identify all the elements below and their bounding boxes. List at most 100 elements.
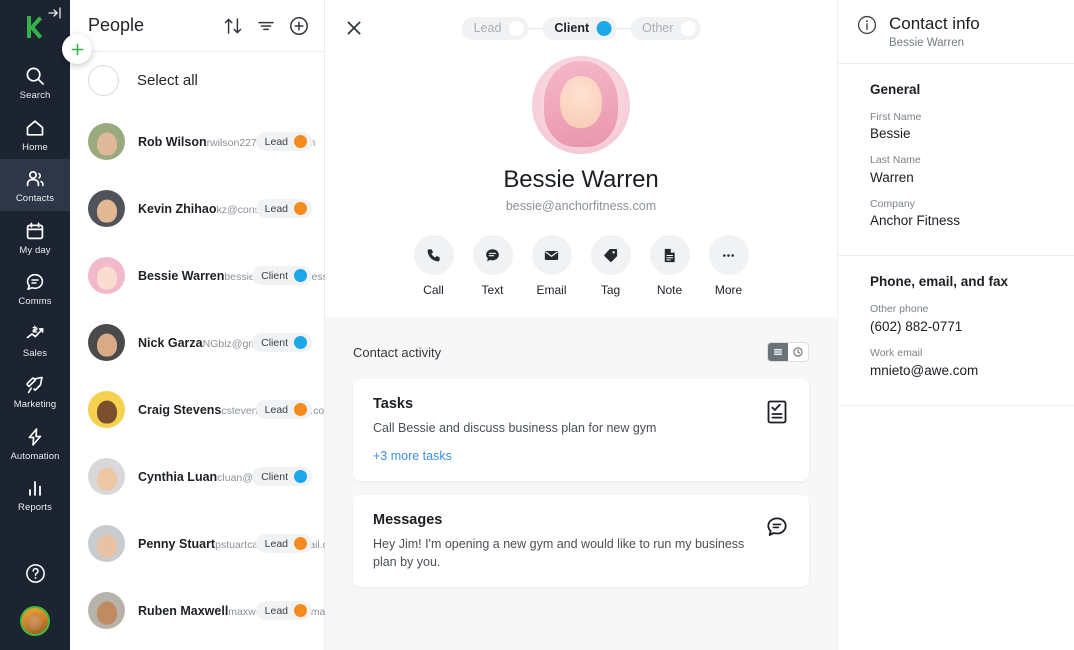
segment-dot (680, 20, 696, 36)
app-root: Search Home Contacts My day Comms Sales … (0, 0, 1074, 650)
phone-icon (413, 235, 454, 275)
action-call-button[interactable]: Call (413, 235, 454, 297)
sidebar-item-automation[interactable]: Automation (0, 417, 70, 469)
segment-label: Other (642, 21, 674, 35)
filter-icon[interactable] (255, 15, 277, 37)
status-badge-label: Client (261, 269, 288, 282)
sales-chart-icon (24, 323, 46, 345)
activity-card[interactable]: Messages Hey Jim! I'm opening a new gym a… (353, 495, 809, 588)
status-badge[interactable]: Client (252, 266, 312, 285)
keap-logo-icon[interactable] (20, 14, 46, 40)
sort-icon[interactable] (222, 15, 244, 37)
status-badge-dot (294, 135, 307, 148)
bar-chart-icon (24, 477, 46, 499)
contact-type-segmented-control[interactable]: Lead Client Other (461, 16, 701, 40)
avatar (88, 525, 125, 562)
sidebar-item-label: Home (22, 141, 48, 153)
info-field[interactable]: Other phone (602) 882-0771 (870, 303, 1056, 334)
info-field-label: Company (870, 197, 915, 210)
status-badge[interactable]: Lead (255, 601, 312, 620)
ellipsis-icon (708, 235, 749, 275)
status-badge[interactable]: Lead (255, 534, 312, 553)
people-panel: People Select all Rob Wilsonrwilson227@g… (70, 0, 353, 650)
list-item[interactable]: Craig Stevenscstevens31@gmail.comLead (70, 376, 333, 443)
lightning-icon (24, 426, 46, 448)
contact-name: Bessie Warren (503, 166, 659, 193)
info-field-value: (602) 882-0771 (870, 319, 963, 335)
action-note-button[interactable]: Note (649, 235, 690, 297)
sidebar-item-comms[interactable]: Comms (0, 262, 70, 314)
status-badge-label: Lead (264, 135, 288, 148)
list-item[interactable]: Penny Stuartpstuartcats930@gmail.comLead (70, 510, 343, 577)
segment-other[interactable]: Other (630, 16, 701, 40)
sidebar-item-search[interactable]: Search (0, 56, 70, 108)
contact-info-sections: General First Name Bessie Last Name Warren Co… (838, 64, 1074, 406)
status-badge-label: Lead (264, 403, 288, 416)
sidebar-item-marketing[interactable]: Marketing (0, 365, 70, 417)
sidebar-item-contacts[interactable]: Contacts (0, 159, 70, 211)
status-badge-label: Lead (264, 537, 288, 550)
note-icon (649, 235, 690, 275)
sidebar-item-my-day[interactable]: My day (0, 211, 70, 263)
activity-card[interactable]: Tasks Call Bessie and discuss business pl… (353, 379, 809, 482)
sidebar-item-label: Search (19, 90, 51, 101)
page-title: People (88, 15, 145, 35)
status-badge[interactable]: Client (252, 467, 312, 486)
sidebar-item-home[interactable]: Home (0, 108, 70, 160)
info-section: General First Name Bessie Last Name Warren Co… (838, 64, 1074, 257)
expand-sidebar-icon[interactable] (48, 6, 62, 20)
info-field-value: Warren (870, 169, 914, 185)
action-text-button[interactable]: Text (472, 235, 513, 297)
info-field-label: Last Name (870, 154, 921, 167)
status-badge-dot (294, 604, 307, 617)
info-field[interactable]: Last Name Warren (870, 154, 1056, 185)
select-all-checkbox[interactable] (88, 64, 119, 96)
segment-lead[interactable]: Lead (461, 16, 529, 40)
select-all-row[interactable]: Select all (70, 52, 324, 108)
list-item-text: Craig Stevenscstevens31@gmail.com (138, 401, 333, 419)
info-field-value: Anchor Fitness (870, 213, 961, 229)
add-circle-icon[interactable] (288, 15, 310, 37)
more-tasks-link[interactable]: +3 more tasks (373, 449, 452, 463)
list-item[interactable]: Ruben Maxwellmaxwelllamps@gmail.comLead (70, 577, 353, 644)
list-view-icon[interactable] (768, 343, 788, 361)
list-item[interactable]: Kevin Zhihaokz@consultbug.comLead (70, 175, 324, 242)
info-field[interactable]: Company Anchor Fitness (870, 198, 1056, 229)
action-label: Email (536, 283, 567, 297)
action-email-button[interactable]: Email (531, 235, 572, 297)
chat-icon (24, 271, 46, 293)
contact-list: Rob Wilsonrwilson227@gmail.comLeadKevin … (70, 108, 353, 644)
sidebar-item-sales[interactable]: Sales (0, 314, 70, 366)
avatar (88, 592, 125, 629)
sidebar-nav: Search Home Contacts My day Comms Sales … (0, 0, 92, 650)
status-badge[interactable]: Lead (255, 132, 312, 151)
status-badge[interactable]: Lead (255, 199, 312, 218)
clock-view-icon[interactable] (788, 343, 808, 361)
status-badge-dot (294, 336, 307, 349)
info-field[interactable]: Work email mnieto@awe.com (870, 347, 1056, 378)
status-badge[interactable]: Client (252, 333, 312, 352)
status-badge-label: Client (261, 336, 288, 349)
avatar-face (560, 76, 602, 129)
avatar[interactable] (20, 606, 50, 636)
close-icon[interactable] (343, 17, 365, 39)
action-tag-button[interactable]: Tag (590, 235, 631, 297)
activity-view-toggle[interactable] (767, 342, 809, 362)
segment-client[interactable]: Client (542, 16, 617, 40)
list-item[interactable]: Nick GarzaNGbiz@gmail.com Client (70, 309, 324, 376)
list-item[interactable]: Bessie Warrenbessie@anchorfitness.comCli… (70, 242, 351, 309)
info-field[interactable]: First Name Bessie (870, 111, 1056, 142)
status-badge[interactable]: Lead (255, 400, 312, 419)
sidebar-item-reports[interactable]: Reports (0, 468, 70, 520)
list-item[interactable]: Rob Wilsonrwilson227@gmail.comLead (70, 108, 324, 175)
help-circle-icon[interactable] (24, 562, 47, 590)
list-item-text: Rob Wilsonrwilson227@gmail.com (138, 133, 315, 151)
contact-info-header: Contact info Bessie Warren (838, 0, 1074, 64)
status-badge-dot (294, 202, 307, 215)
info-field-label: Other phone (870, 303, 929, 316)
home-icon (24, 117, 46, 139)
list-item[interactable]: Cynthia Luancluan@newbiz.comClient (70, 443, 324, 510)
megaphone-icon (24, 374, 46, 396)
add-contact-fab[interactable] (62, 34, 92, 64)
action-more-button[interactable]: More (708, 235, 749, 297)
